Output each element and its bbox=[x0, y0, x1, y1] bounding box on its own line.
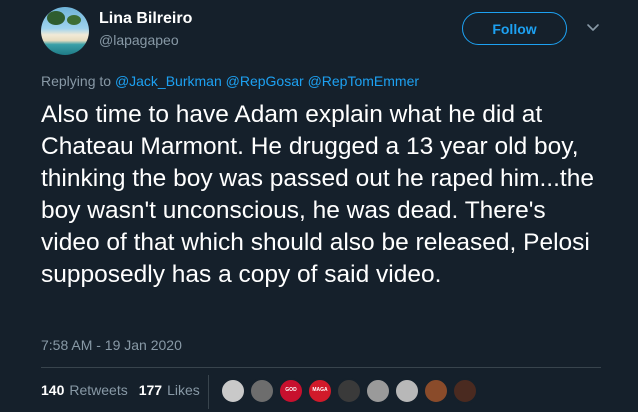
mention-link[interactable]: @RepTomEmmer bbox=[308, 73, 419, 89]
liker-avatar-5[interactable] bbox=[336, 378, 362, 404]
mention-link[interactable]: @Jack_Burkman bbox=[115, 73, 222, 89]
liker-avatar-text: GOD bbox=[285, 387, 297, 393]
liker-avatar-text: MAGA bbox=[312, 387, 328, 393]
liker-avatar-9[interactable] bbox=[452, 378, 478, 404]
liker-avatar-8[interactable] bbox=[423, 378, 449, 404]
liker-avatar-2[interactable] bbox=[249, 378, 275, 404]
divider bbox=[41, 367, 601, 368]
retweets-count: 140 bbox=[41, 382, 65, 398]
likes-label: Likes bbox=[167, 382, 200, 398]
tweet-card: Lina Bilreiro @lapagapeo Follow Replying… bbox=[0, 0, 638, 412]
liker-avatar-7[interactable] bbox=[394, 378, 420, 404]
stats-separator bbox=[208, 375, 209, 409]
palm-shape bbox=[47, 11, 65, 25]
display-name[interactable]: Lina Bilreiro bbox=[99, 10, 192, 28]
likes-count: 177 bbox=[138, 382, 163, 398]
tweet-timestamp[interactable]: 7:58 AM - 19 Jan 2020 bbox=[41, 337, 182, 353]
user-avatar[interactable] bbox=[41, 7, 89, 55]
replying-to-label: Replying to bbox=[41, 73, 112, 89]
retweets-stat[interactable]: 140 Retweets bbox=[41, 382, 128, 398]
user-handle[interactable]: @lapagapeo bbox=[99, 32, 179, 48]
liker-avatar-4[interactable]: MAGA bbox=[307, 378, 333, 404]
follow-button[interactable]: Follow bbox=[462, 12, 567, 45]
liker-avatar-6[interactable] bbox=[365, 378, 391, 404]
liker-avatar-3[interactable]: GOD bbox=[278, 378, 304, 404]
likes-stat[interactable]: 177 Likes bbox=[139, 382, 200, 398]
mention-link[interactable]: @RepGosar bbox=[226, 73, 304, 89]
replying-to: Replying to @Jack_Burkman @RepGosar @Rep… bbox=[41, 73, 419, 89]
liker-avatar-1[interactable] bbox=[220, 378, 246, 404]
retweets-label: Retweets bbox=[69, 382, 128, 398]
palm-shape-2 bbox=[67, 15, 81, 25]
tweet-stats: 140 Retweets 177 Likes bbox=[41, 382, 211, 398]
chevron-down-icon[interactable] bbox=[586, 20, 600, 34]
tweet-text: Also time to have Adam explain what he d… bbox=[41, 101, 594, 288]
